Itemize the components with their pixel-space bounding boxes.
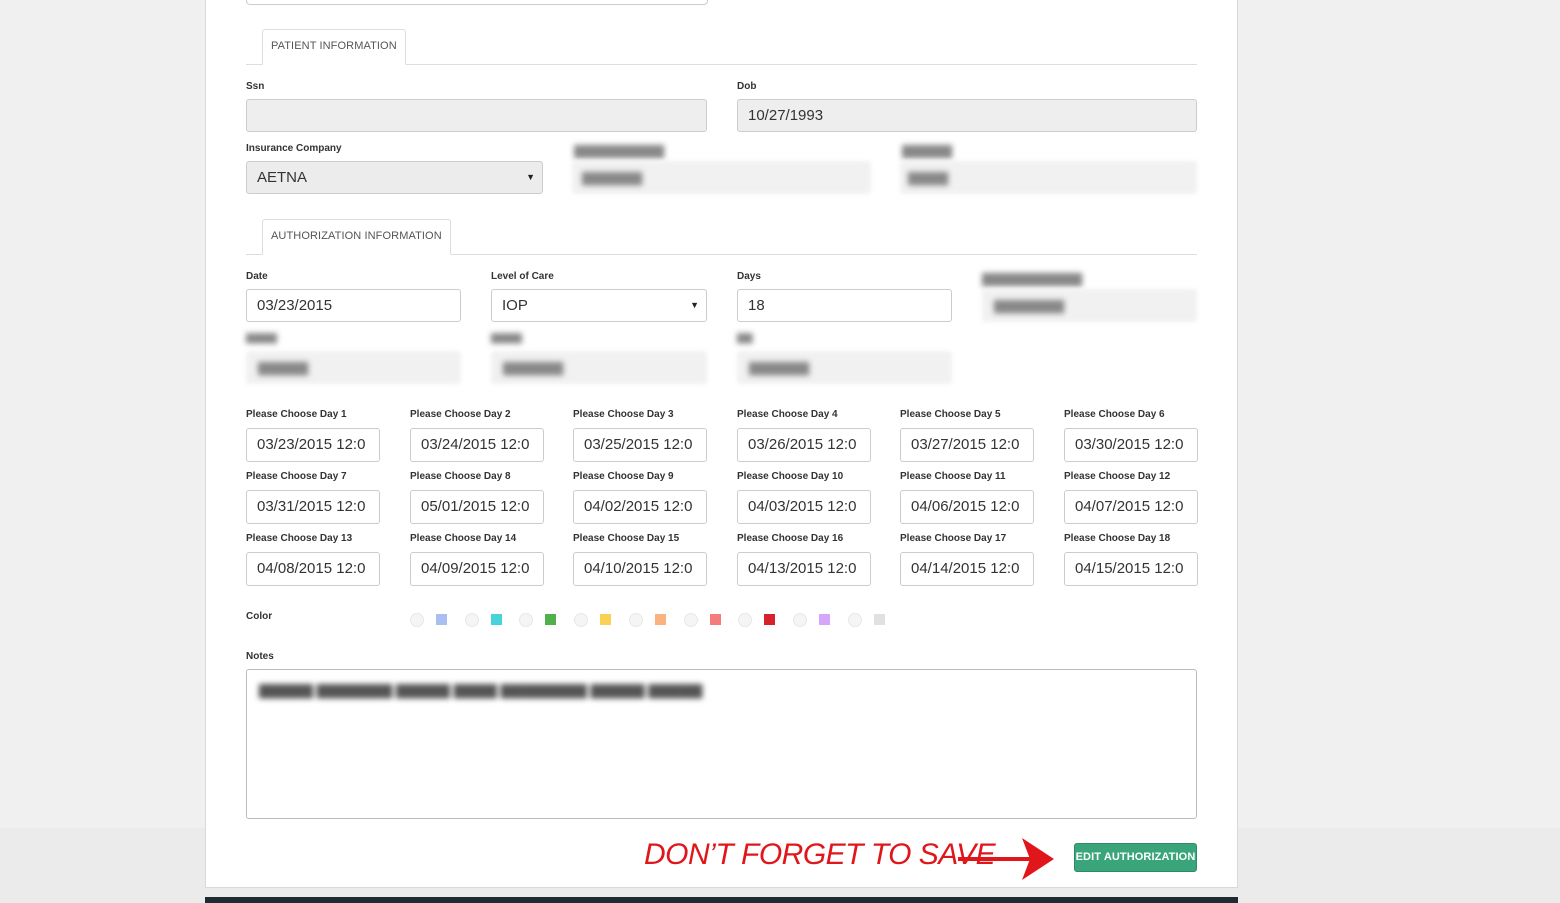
redacted-value: ▇▇▇▇▇▇ <box>503 360 563 375</box>
color-swatch-3 <box>545 614 557 625</box>
color-swatch-8 <box>818 614 830 625</box>
tab-authorization-information[interactable]: AUTHORIZATION INFORMATION <box>262 219 451 255</box>
level-of-care-value: IOP <box>502 297 528 314</box>
edit-authorization-button[interactable]: EDIT AUTHORIZATION <box>1074 843 1197 872</box>
insurance-company-select[interactable]: AETNA ▼ <box>246 161 543 194</box>
patient-tabbar: PATIENT INFORMATION <box>246 29 1197 65</box>
authorization-tabbar: AUTHORIZATION INFORMATION <box>246 219 1197 255</box>
caret-down-icon: ▼ <box>690 300 699 310</box>
day-11-datetime-input[interactable]: 04/06/2015 12:0 <box>900 490 1034 524</box>
days-label: Days <box>737 271 761 282</box>
day-2-datetime-input[interactable]: 03/24/2015 12:0 <box>410 428 544 462</box>
color-radio-1[interactable] <box>410 613 424 627</box>
notes-label: Notes <box>246 651 274 662</box>
color-radio-4[interactable] <box>574 613 589 627</box>
caret-down-icon: ▼ <box>526 172 535 182</box>
day-5-label: Please Choose Day 5 <box>900 409 1001 420</box>
day-14-datetime-input[interactable]: 04/09/2015 12:0 <box>410 552 544 586</box>
day-1-datetime-input[interactable]: 03/23/2015 12:0 <box>246 428 380 462</box>
day-10-label: Please Choose Day 10 <box>737 471 844 482</box>
day-7-label: Please Choose Day 7 <box>246 471 347 482</box>
day-14-label: Please Choose Day 14 <box>410 533 517 544</box>
day-6-label: Please Choose Day 6 <box>1064 409 1165 420</box>
day-15-label: Please Choose Day 15 <box>573 533 680 544</box>
top-input-edge[interactable] <box>246 0 708 5</box>
day-12-label: Please Choose Day 12 <box>1064 471 1171 482</box>
day-8-label: Please Choose Day 8 <box>410 471 511 482</box>
redacted-label: ▇▇▇▇▇▇▇▇▇▇ <box>982 271 1082 286</box>
day-13-label: Please Choose Day 13 <box>246 533 353 544</box>
form-panel: PATIENT INFORMATION Ssn Dob 10/27/1993 I… <box>205 0 1238 888</box>
redacted-notes-text: ▇▇▇▇▇ ▇▇▇▇▇▇▇ ▇▇▇▇▇ ▇▇▇▇ ▇▇▇▇▇▇▇▇ ▇▇▇▇▇ … <box>259 682 703 698</box>
day-10-datetime-input[interactable]: 04/03/2015 12:0 <box>737 490 871 524</box>
level-of-care-label: Level of Care <box>491 271 554 282</box>
redacted-label: ▇▇▇▇ <box>491 333 522 344</box>
day-18-datetime-input[interactable]: 04/15/2015 12:0 <box>1064 552 1198 586</box>
day-16-datetime-input[interactable]: 04/13/2015 12:0 <box>737 552 871 586</box>
day-17-datetime-input[interactable]: 04/14/2015 12:0 <box>900 552 1034 586</box>
insurance-company-value: AETNA <box>257 169 308 186</box>
day-4-datetime-input[interactable]: 03/26/2015 12:0 <box>737 428 871 462</box>
color-radio-6[interactable] <box>683 613 698 627</box>
day-11-label: Please Choose Day 11 <box>900 471 1006 482</box>
redacted-value: ▇▇▇▇ <box>908 170 948 185</box>
save-reminder-annotation: DON’T FORGET TO SAVE <box>644 838 996 871</box>
day-3-datetime-input[interactable]: 03/25/2015 12:0 <box>573 428 707 462</box>
color-radio-8[interactable] <box>792 613 807 627</box>
color-radio-9[interactable] <box>847 613 862 627</box>
color-radio-5[interactable] <box>628 613 643 627</box>
color-swatch-1 <box>436 614 447 625</box>
redacted-value: ▇▇▇▇▇▇ <box>582 170 642 185</box>
day-9-datetime-input[interactable]: 04/02/2015 12:0 <box>573 490 707 524</box>
level-of-care-select[interactable]: IOP ▼ <box>491 289 707 322</box>
day-1-label: Please Choose Day 1 <box>246 409 347 420</box>
day-13-datetime-input[interactable]: 04/08/2015 12:0 <box>246 552 380 586</box>
redacted-label: ▇▇ <box>737 333 753 344</box>
day-9-label: Please Choose Day 9 <box>573 471 674 482</box>
dob-field[interactable]: 10/27/1993 <box>737 99 1197 132</box>
day-4-label: Please Choose Day 4 <box>737 409 838 420</box>
day-6-datetime-input[interactable]: 03/30/2015 12:0 <box>1064 428 1198 462</box>
color-swatch-7 <box>764 614 776 625</box>
day-8-datetime-input[interactable]: 05/01/2015 12:0 <box>410 490 544 524</box>
day-18-label: Please Choose Day 18 <box>1064 533 1171 544</box>
color-swatch-6 <box>709 614 721 625</box>
day-2-label: Please Choose Day 2 <box>410 409 511 420</box>
redacted-label: ▇▇▇▇▇ <box>902 143 952 158</box>
day-12-datetime-input[interactable]: 04/07/2015 12:0 <box>1064 490 1198 524</box>
dob-label: Dob <box>737 81 757 92</box>
ssn-field[interactable] <box>246 99 707 132</box>
color-swatch-9 <box>873 614 885 625</box>
ssn-label: Ssn <box>246 81 265 92</box>
redacted-label: ▇▇▇▇ <box>246 333 277 344</box>
insurance-company-label: Insurance Company <box>246 143 342 154</box>
day-15-datetime-input[interactable]: 04/10/2015 12:0 <box>573 552 707 586</box>
day-17-label: Please Choose Day 17 <box>900 533 1007 544</box>
color-radio-3[interactable] <box>519 613 534 627</box>
arrow-right-icon <box>958 838 1054 880</box>
date-label: Date <box>246 271 268 282</box>
date-input[interactable]: 03/23/2015 <box>246 289 461 322</box>
redacted-value: ▇▇▇▇▇▇▇ <box>994 298 1064 313</box>
day-7-datetime-input[interactable]: 03/31/2015 12:0 <box>246 490 380 524</box>
redacted-value: ▇▇▇▇▇▇ <box>749 360 809 375</box>
color-radio-7[interactable] <box>738 613 753 627</box>
color-label: Color <box>246 611 273 622</box>
days-input[interactable]: 18 <box>737 289 952 322</box>
tab-patient-information[interactable]: PATIENT INFORMATION <box>262 29 406 65</box>
redacted-label: ▇▇▇▇▇▇▇▇▇ <box>574 143 664 158</box>
footer-bar <box>205 897 1238 903</box>
day-3-label: Please Choose Day 3 <box>573 409 674 420</box>
color-swatch-2 <box>490 614 502 625</box>
color-radio-2[interactable] <box>464 613 479 627</box>
color-swatch-5 <box>654 614 666 625</box>
redacted-value: ▇▇▇▇▇ <box>258 360 308 375</box>
day-16-label: Please Choose Day 16 <box>737 533 844 544</box>
day-5-datetime-input[interactable]: 03/27/2015 12:0 <box>900 428 1034 462</box>
color-swatch-4 <box>600 614 612 625</box>
notes-textarea[interactable]: ▇▇▇▇▇ ▇▇▇▇▇▇▇ ▇▇▇▇▇ ▇▇▇▇ ▇▇▇▇▇▇▇▇ ▇▇▇▇▇ … <box>246 669 1197 819</box>
